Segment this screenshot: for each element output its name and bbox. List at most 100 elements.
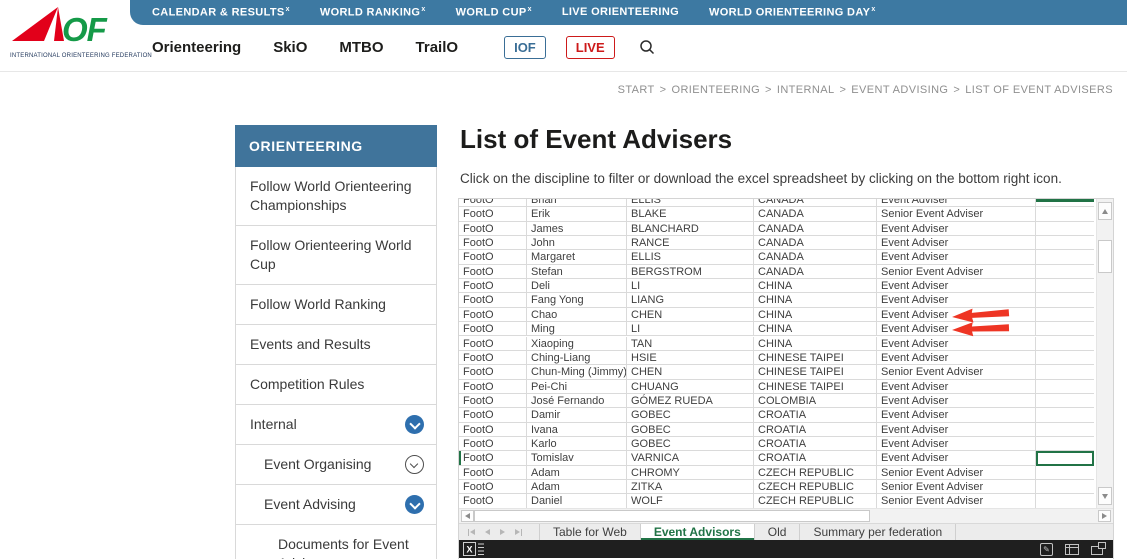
spreadsheet-cell[interactable]: Ching-Liang [527,351,627,364]
spreadsheet-cell[interactable]: Adam [527,466,627,479]
last-sheet-button[interactable] [515,529,523,536]
spreadsheet-cell[interactable] [1036,466,1094,479]
spreadsheet-cell[interactable] [1036,408,1094,421]
chevron-down-icon[interactable] [405,495,424,514]
spreadsheet-cell[interactable]: Event Adviser [877,308,1036,321]
sidebar-item-follow-orienteering-world-cup[interactable]: Follow Orienteering World Cup [236,226,436,285]
top-nav-item-world-cup[interactable]: WORLD CUPx [456,6,532,19]
top-nav-item-live-orienteering[interactable]: LIVE ORIENTEERING [562,6,679,19]
spreadsheet-cell[interactable]: FootO [459,207,527,220]
spreadsheet-cell[interactable] [1036,351,1094,364]
spreadsheet-cell[interactable]: FootO [459,365,527,378]
spreadsheet-cell[interactable]: FootO [459,199,527,206]
spreadsheet-cell[interactable]: ZITKA [627,480,754,493]
spreadsheet-cell[interactable]: ELLIS [627,250,754,263]
top-nav-item-world-orienteering-day[interactable]: WORLD ORIENTEERING DAYx [709,6,876,19]
spreadsheet-cell[interactable] [1036,322,1094,335]
spreadsheet-cell[interactable]: CHROMY [627,466,754,479]
spreadsheet-cell[interactable] [1036,494,1094,507]
spreadsheet-cell[interactable]: CHEN [627,308,754,321]
spreadsheet-cell[interactable]: LIANG [627,293,754,306]
spreadsheet-cell[interactable]: FootO [459,279,527,292]
spreadsheet-cell[interactable]: TAN [627,337,754,350]
spreadsheet-cell[interactable]: Senior Event Adviser [877,480,1036,493]
spreadsheet-cell[interactable]: Event Adviser [877,380,1036,393]
spreadsheet-cell[interactable]: ELLIS [627,199,754,206]
sidebar-item-internal[interactable]: Internal [236,405,436,445]
spreadsheet-cell[interactable]: CHINESE TAIPEI [754,351,877,364]
spreadsheet-cell[interactable] [1036,222,1094,235]
spreadsheet-cell[interactable]: Senior Event Adviser [877,365,1036,378]
spreadsheet-cell[interactable]: CROATIA [754,423,877,436]
spreadsheet-cell[interactable]: Ming [527,322,627,335]
spreadsheet-cell[interactable]: BERGSTROM [627,265,754,278]
breadcrumb-item-event-advising[interactable]: EVENT ADVISING [851,84,948,96]
spreadsheet-cell[interactable]: Brian [527,199,627,206]
spreadsheet-cell[interactable]: Event Adviser [877,408,1036,421]
chevron-down-icon[interactable] [405,455,424,474]
spreadsheet-cell[interactable]: GOBEC [627,408,754,421]
spreadsheet-cell[interactable]: LI [627,279,754,292]
spreadsheet-cell[interactable]: FootO [459,394,527,407]
spreadsheet-cell[interactable]: Senior Event Adviser [877,466,1036,479]
spreadsheet-cell[interactable]: CANADA [754,199,877,206]
top-nav-item-world-ranking[interactable]: WORLD RANKINGx [320,6,426,19]
spreadsheet-cell[interactable] [1036,236,1094,249]
breadcrumb-item-orienteering[interactable]: ORIENTEERING [672,84,761,96]
spreadsheet-cell[interactable]: Event Adviser [877,222,1036,235]
spreadsheet-cell[interactable] [1036,279,1094,292]
search-button[interactable] [639,39,656,56]
spreadsheet-cell[interactable]: GOBEC [627,423,754,436]
spreadsheet-cell[interactable]: FootO [459,380,527,393]
spreadsheet-cell[interactable]: Damir [527,408,627,421]
spreadsheet-cell[interactable]: Senior Event Adviser [877,494,1036,507]
spreadsheet-cell[interactable]: Event Adviser [877,394,1036,407]
sheet-tab-event-advisors[interactable]: Event Advisors [641,524,755,540]
spreadsheet-cell[interactable] [1036,380,1094,393]
iof-badge-button[interactable]: IOF [504,36,546,59]
spreadsheet-cell[interactable]: CROATIA [754,437,877,450]
spreadsheet-cell[interactable]: CROATIA [754,451,877,464]
spreadsheet-cell[interactable] [1036,250,1094,263]
horizontal-scrollbar[interactable] [459,508,1113,523]
spreadsheet-cell[interactable] [1036,337,1094,350]
spreadsheet-cell[interactable]: Daniel [527,494,627,507]
spreadsheet-cell[interactable]: Event Adviser [877,250,1036,263]
spreadsheet-cell[interactable]: HSIE [627,351,754,364]
spreadsheet-cell[interactable]: CANADA [754,250,877,263]
spreadsheet-cell[interactable]: CHEN [627,365,754,378]
spreadsheet-cell[interactable]: Event Adviser [877,236,1036,249]
sheet-tab-old[interactable]: Old [755,524,801,540]
sheet-tab-table-for-web[interactable]: Table for Web [540,524,641,540]
nav-item-trailo[interactable]: TrailO [416,39,459,56]
spreadsheet-cell[interactable]: Pei-Chi [527,380,627,393]
live-badge-button[interactable]: LIVE [566,36,615,59]
excel-logo-icon[interactable]: X [463,542,485,556]
spreadsheet-cell[interactable]: LI [627,322,754,335]
spreadsheet-cell[interactable] [1036,265,1094,278]
spreadsheet-cell[interactable]: CHINESE TAIPEI [754,380,877,393]
spreadsheet-cell[interactable]: Event Adviser [877,337,1036,350]
spreadsheet-cell[interactable]: CHINESE TAIPEI [754,365,877,378]
spreadsheet-cell[interactable]: Stefan [527,265,627,278]
spreadsheet-cell[interactable]: VARNICA [627,451,754,464]
spreadsheet-cell[interactable] [1036,423,1094,436]
spreadsheet-cell[interactable] [1036,365,1094,378]
spreadsheet-cell[interactable] [1036,207,1094,220]
spreadsheet-cell[interactable]: Event Adviser [877,423,1036,436]
spreadsheet-cell[interactable]: BLANCHARD [627,222,754,235]
spreadsheet-cell[interactable]: FootO [459,437,527,450]
spreadsheet-cell[interactable]: Adam [527,480,627,493]
spreadsheet-cell[interactable]: FootO [459,265,527,278]
spreadsheet-cell[interactable]: CZECH REPUBLIC [754,480,877,493]
spreadsheet-cell[interactable]: CANADA [754,265,877,278]
vertical-scroll-thumb[interactable] [1098,240,1112,273]
top-nav-item-calendar-results[interactable]: CALENDAR & RESULTSx [152,6,290,19]
spreadsheet-cell[interactable]: FootO [459,322,527,335]
spreadsheet-cell[interactable]: FootO [459,408,527,421]
vertical-scrollbar[interactable] [1096,199,1113,508]
sidebar-item-documents-for-event-advisers[interactable]: Documents for Event Advisers [236,525,436,559]
spreadsheet-cell[interactable]: CHINA [754,308,877,321]
spreadsheet-cell[interactable] [1036,293,1094,306]
spreadsheet-cell[interactable]: Senior Event Adviser [877,207,1036,220]
